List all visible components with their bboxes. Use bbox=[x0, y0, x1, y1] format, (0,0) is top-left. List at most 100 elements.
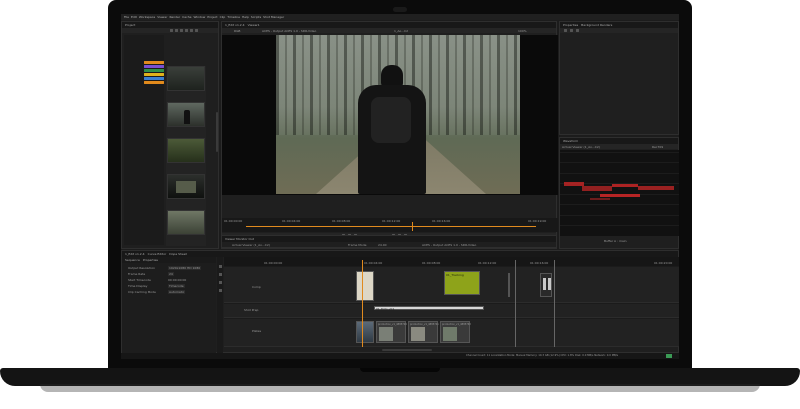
menu-cache[interactable]: Cache bbox=[182, 15, 191, 19]
tab-edit[interactable]: 1_Edit v1.2.4 bbox=[225, 23, 245, 27]
clip-thumbnail[interactable] bbox=[167, 138, 205, 163]
output-resolution-select[interactable]: 1920x1080 HD 1080 bbox=[168, 266, 202, 270]
comp-clip[interactable] bbox=[356, 271, 374, 301]
bin-badge[interactable] bbox=[144, 77, 164, 80]
menu-workspace[interactable]: Workspace bbox=[139, 15, 155, 19]
track-comp[interactable]: Comp 01_Tracking bbox=[224, 267, 679, 303]
clip-thumbnail[interactable] bbox=[167, 174, 205, 199]
select-tool-icon[interactable] bbox=[218, 265, 222, 268]
frame-rate-select[interactable]: 24 bbox=[168, 272, 174, 276]
plate-clip[interactable]: production_v1_4885763 bbox=[440, 321, 471, 343]
time-display-select[interactable]: Timecode bbox=[168, 284, 185, 288]
waveform-source-select[interactable]: Actual Viewer (1_Ao...C2) bbox=[562, 145, 600, 149]
marker-line bbox=[515, 260, 516, 347]
bin-badge[interactable] bbox=[144, 73, 164, 76]
tab-dope-sheet[interactable]: Dope Sheet bbox=[169, 252, 187, 256]
clip-thumb bbox=[411, 327, 425, 341]
viewer-timebar[interactable]: 01:00:00:00 01:00:04:00 01:00:08:00 01:0… bbox=[222, 218, 558, 232]
ruler-tick: 01:00:20:00 bbox=[654, 261, 673, 265]
tab-monitor-out[interactable]: Viewer Monitor Out bbox=[225, 237, 254, 241]
sort-icon[interactable] bbox=[190, 29, 193, 32]
zoom-tool-icon[interactable] bbox=[218, 289, 222, 292]
bin-badge[interactable] bbox=[144, 65, 164, 68]
ruler-tick: 01:00:12:00 bbox=[382, 219, 401, 223]
tracking-clip[interactable]: 01_Tracking bbox=[444, 271, 480, 295]
clip-thumb bbox=[379, 327, 393, 341]
clip-label: production_v1_4885763 bbox=[442, 322, 471, 326]
menu-render[interactable]: Render bbox=[169, 15, 180, 19]
menu-clip[interactable]: Clip bbox=[220, 15, 226, 19]
start-timecode-field[interactable]: 00:00:00:00 bbox=[168, 278, 186, 282]
tab-viewer[interactable]: Viewer1 bbox=[248, 23, 260, 27]
plate-clip[interactable] bbox=[356, 321, 374, 343]
frame-field[interactable]: 1_Ao...C2 bbox=[394, 29, 408, 33]
viewer-playhead[interactable] bbox=[412, 222, 413, 231]
timeline-ruler[interactable]: 01:00:00:00 01:00:04:00 01:00:08:00 01:0… bbox=[224, 257, 679, 266]
status-indicator bbox=[666, 354, 672, 358]
timeline-tracks[interactable]: 01:00:00:00 01:00:04:00 01:00:08:00 01:0… bbox=[224, 257, 679, 347]
search-icon[interactable] bbox=[170, 29, 173, 32]
thumbnail-figure bbox=[184, 110, 190, 124]
waveform-panel: Waveform Actual Viewer (1_Ao...C2) Rec70… bbox=[559, 137, 679, 249]
menu-viewer[interactable]: Viewer bbox=[157, 15, 167, 19]
tab-curve-editor[interactable]: Curve Editor bbox=[148, 252, 167, 256]
timeline-playhead[interactable] bbox=[362, 260, 363, 347]
menu-help[interactable]: Help bbox=[242, 15, 249, 19]
clip-thumbnail[interactable] bbox=[167, 102, 205, 127]
menu-scripts[interactable]: Scripts bbox=[251, 15, 261, 19]
plate-clip[interactable]: production_v1_4885729 bbox=[376, 321, 407, 343]
frame-mode-select[interactable]: Frame Mode bbox=[348, 243, 366, 247]
track-plates[interactable]: Plates production_v1_4885729 production_… bbox=[224, 319, 679, 347]
comp-clip[interactable] bbox=[540, 273, 552, 297]
project-scrollbar[interactable] bbox=[216, 112, 218, 152]
tab-properties[interactable]: Properties bbox=[563, 23, 578, 27]
monitor-colorspace-select[interactable]: ACES - Output ACES 1.0 - SDR-Video bbox=[422, 243, 476, 247]
waveform-channel-select[interactable]: Rec709 bbox=[652, 145, 663, 149]
menu-project[interactable]: Project bbox=[207, 15, 217, 19]
track-shot-prep[interactable]: Shot Prep 01-Roto-v01 bbox=[224, 304, 679, 318]
lock-icon[interactable] bbox=[564, 29, 567, 32]
colorspace-select[interactable]: ACES - Output ACES 1.0 - SDR-Video bbox=[262, 29, 316, 33]
in-out-range bbox=[246, 226, 536, 227]
menu-timeline[interactable]: Timeline bbox=[227, 15, 240, 19]
channel-select[interactable]: RGB bbox=[234, 29, 240, 33]
field-label: Clip Caching Mode bbox=[128, 290, 156, 294]
comp-clip[interactable] bbox=[508, 273, 510, 297]
razor-tool-icon[interactable] bbox=[218, 273, 222, 276]
app-window: File Edit Workspace Viewer Render Cache … bbox=[121, 14, 679, 359]
fps-field[interactable]: 24.00 bbox=[378, 243, 387, 247]
menu-shot-manager[interactable]: Shot Manager bbox=[263, 15, 284, 19]
zoom-select[interactable]: 100% bbox=[518, 29, 527, 33]
tab-sequence[interactable]: Sequence bbox=[125, 258, 140, 262]
float-icon[interactable] bbox=[576, 29, 579, 32]
bin-badge[interactable] bbox=[144, 61, 164, 64]
timeline-scrollbar[interactable] bbox=[382, 349, 432, 351]
plate-clip[interactable]: production_v1_4885741 bbox=[408, 321, 439, 343]
menu-file[interactable]: File bbox=[124, 15, 129, 19]
new-bin-icon[interactable] bbox=[195, 29, 198, 32]
menu-edit[interactable]: Edit bbox=[131, 15, 137, 19]
waveform-trace bbox=[582, 186, 612, 191]
bin-badge[interactable] bbox=[144, 81, 164, 84]
filter-icon[interactable] bbox=[175, 29, 178, 32]
video-frame bbox=[276, 35, 520, 194]
bin-badge[interactable] bbox=[144, 69, 164, 72]
clip-caching-select[interactable]: Automatic bbox=[168, 290, 186, 294]
list-view-icon[interactable] bbox=[185, 29, 188, 32]
tab-edit-timeline[interactable]: 1_Edit v1.2.4 bbox=[125, 252, 145, 256]
monitor-clip-select[interactable]: Actual Viewer (1_Ao...C2) bbox=[232, 243, 270, 247]
status-text: Channel Count: 11 Localization Mode: Man… bbox=[466, 354, 618, 357]
grid-view-icon[interactable] bbox=[180, 29, 183, 32]
tab-waveform[interactable]: Waveform bbox=[563, 139, 578, 143]
clear-icon[interactable] bbox=[570, 29, 573, 32]
tab-background-renders[interactable]: Background Renders bbox=[581, 23, 612, 27]
viewer-panel: 1_Edit v1.2.4 Viewer1 RGB ACES - Output … bbox=[221, 21, 558, 249]
tab-project[interactable]: Project bbox=[125, 23, 135, 27]
roto-clip[interactable]: 01-Roto-v01 bbox=[374, 306, 484, 311]
menu-window[interactable]: Window bbox=[193, 15, 205, 19]
slip-tool-icon[interactable] bbox=[218, 281, 222, 284]
viewer-canvas[interactable] bbox=[222, 35, 558, 195]
clip-thumbnail[interactable] bbox=[167, 210, 205, 235]
clip-thumbnail[interactable] bbox=[167, 66, 205, 91]
tab-sequence-properties[interactable]: Properties bbox=[143, 258, 158, 262]
